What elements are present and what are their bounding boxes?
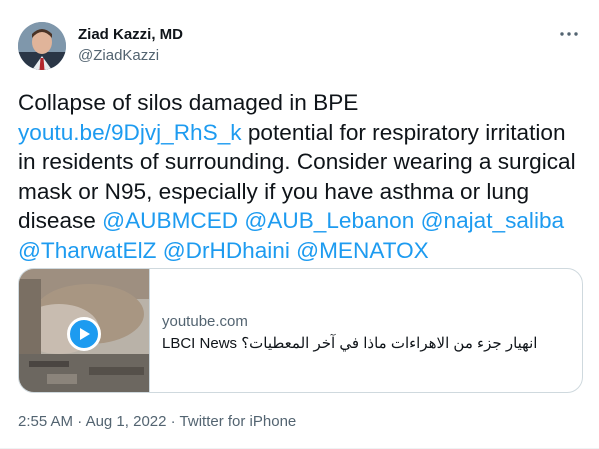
tweet-time[interactable]: 2:55 AM [18, 413, 73, 430]
card-domain: youtube.com [162, 313, 248, 330]
tweet-link[interactable]: youtu.be/9Djvj_RhS_k [18, 120, 242, 145]
mention-link[interactable]: @DrHDhaini [163, 238, 290, 263]
play-button[interactable] [67, 317, 101, 351]
video-thumbnail[interactable] [19, 269, 150, 392]
mention-link[interactable]: @AUB_Lebanon [244, 208, 414, 233]
avatar-image [18, 22, 66, 70]
tweet-text-part: Collapse of silos damaged in BPE [18, 90, 359, 115]
mention-link[interactable]: @TharwatElZ [18, 238, 156, 263]
mention-link[interactable]: @AUBMCED [102, 208, 238, 233]
link-preview-card[interactable]: youtube.com LBCI News انهيار جزء من الاه… [18, 268, 583, 393]
tweet-text: Collapse of silos damaged in BPE youtu.be… [18, 88, 583, 265]
separator: · [77, 413, 83, 430]
card-title: LBCI News انهيار جزء من الاهراءات ماذا ف… [162, 335, 538, 352]
tweet[interactable]: Ziad Kazzi, MD @ZiadKazzi Collapse of si… [0, 0, 599, 449]
author-name[interactable]: Ziad Kazzi, MD [78, 26, 183, 43]
play-icon [80, 328, 90, 340]
separator: · [170, 413, 176, 430]
mention-link[interactable]: @MENATOX [296, 238, 429, 263]
tweet-metadata: 2:55 AM · Aug 1, 2022 · Twitter for iPho… [18, 413, 296, 430]
more-horizontal-icon [560, 32, 578, 36]
avatar[interactable] [18, 22, 66, 70]
card-info: youtube.com LBCI News انهيار جزء من الاه… [150, 269, 582, 392]
tweet-date[interactable]: Aug 1, 2022 [86, 413, 167, 430]
more-options-button[interactable] [557, 22, 581, 46]
tweet-source[interactable]: Twitter for iPhone [180, 413, 297, 430]
mention-link[interactable]: @najat_saliba [421, 208, 565, 233]
author-handle[interactable]: @ZiadKazzi [78, 47, 159, 64]
